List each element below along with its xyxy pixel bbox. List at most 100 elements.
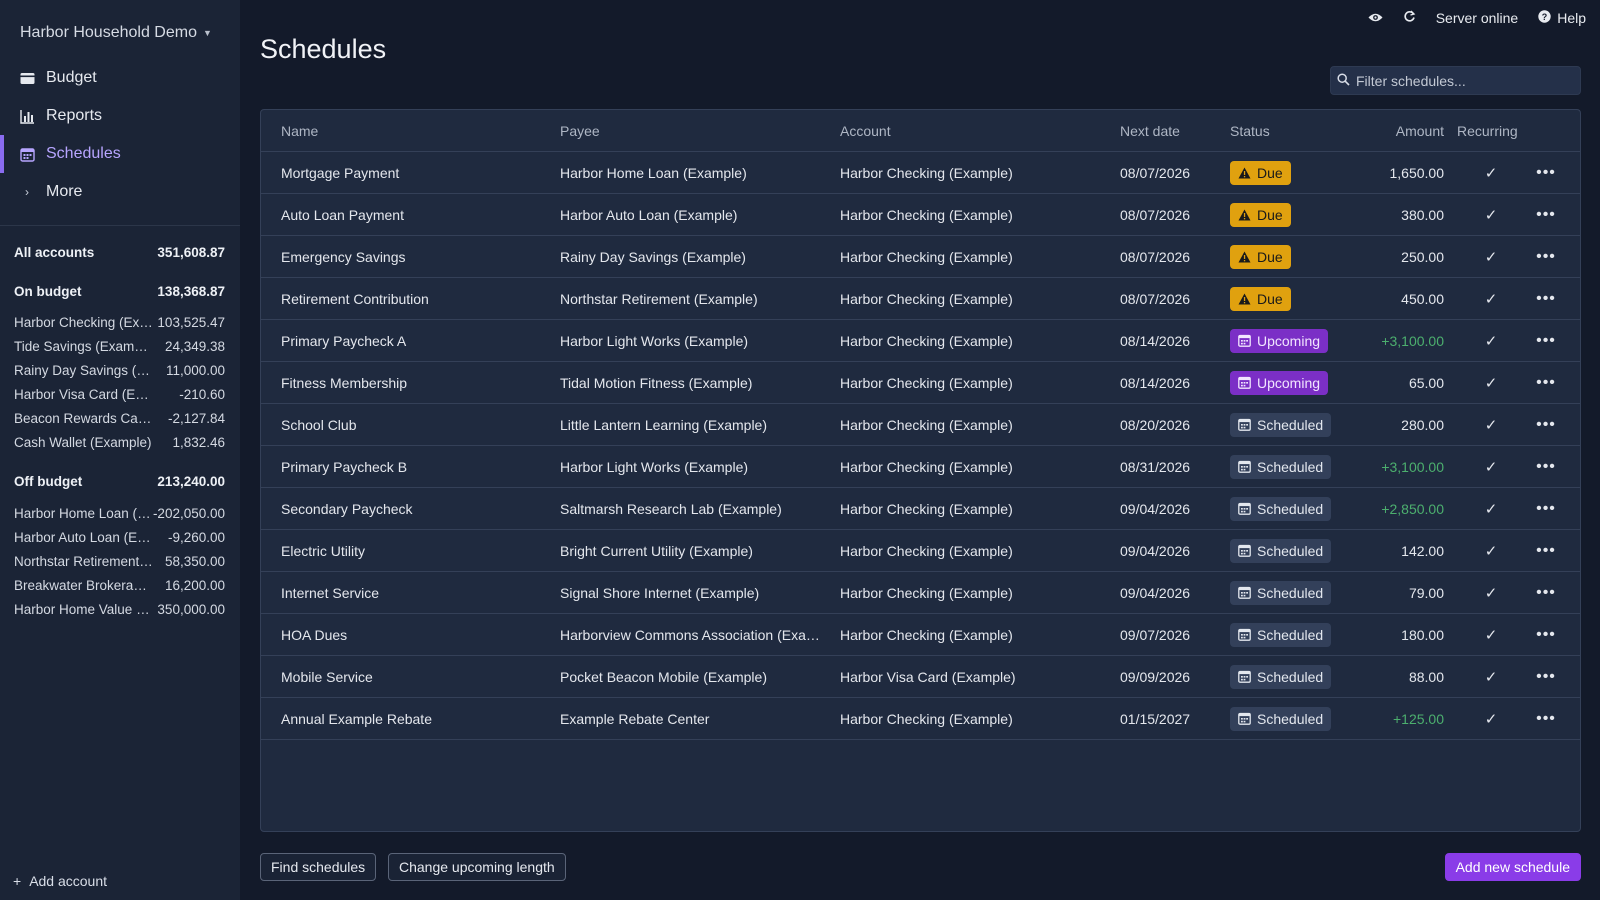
nav-item-schedules[interactable]: Schedules bbox=[0, 135, 240, 173]
more-options-button[interactable]: ••• bbox=[1531, 626, 1561, 644]
more-options-button[interactable]: ••• bbox=[1531, 164, 1561, 182]
schedule-status: Scheduled bbox=[1230, 706, 1340, 731]
sidebar-divider bbox=[0, 225, 240, 226]
schedules-table: Name Payee Account Next date Status Amou… bbox=[260, 109, 1581, 832]
table-row[interactable]: Mortgage Payment Harbor Home Loan (Exampl… bbox=[261, 152, 1580, 194]
account-row[interactable]: Cash Wallet (Example) 1,832.46 bbox=[14, 435, 225, 450]
table-row[interactable]: Internet Service Signal Shore Internet (E… bbox=[261, 572, 1580, 614]
more-options-button[interactable]: ••• bbox=[1531, 332, 1561, 350]
nav-item-reports[interactable]: Reports bbox=[0, 97, 240, 135]
schedule-account: Harbor Checking (Example) bbox=[840, 500, 1013, 517]
status-badge-label: Scheduled bbox=[1257, 668, 1324, 685]
account-row[interactable]: Harbor Auto Loan (Example) -9,260.00 bbox=[14, 530, 225, 545]
privacy-toggle-button[interactable] bbox=[1368, 10, 1383, 26]
calendar-icon bbox=[1238, 712, 1251, 725]
table-row[interactable]: Emergency Savings Rainy Day Savings (Exam… bbox=[261, 236, 1580, 278]
column-header-account[interactable]: Account bbox=[840, 123, 1110, 139]
column-header-payee[interactable]: Payee bbox=[560, 123, 830, 139]
check-icon: ✓ bbox=[1484, 542, 1498, 560]
table-row[interactable]: Primary Paycheck A Harbor Light Works (Ex… bbox=[261, 320, 1580, 362]
all-accounts-row[interactable]: All accounts 351,608.87 bbox=[14, 245, 225, 260]
add-account-button[interactable]: + Add account bbox=[13, 873, 107, 889]
more-options-button[interactable]: ••• bbox=[1531, 290, 1561, 308]
schedule-payee: Rainy Day Savings (Example) bbox=[560, 248, 746, 265]
table-row[interactable]: Primary Paycheck B Harbor Light Works (Ex… bbox=[261, 446, 1580, 488]
more-options-button[interactable]: ••• bbox=[1531, 710, 1561, 728]
schedule-amount: 380.00 bbox=[1401, 206, 1444, 223]
table-row[interactable]: Secondary Paycheck Saltmarsh Research Lab… bbox=[261, 488, 1580, 530]
account-row[interactable]: Harbor Checking (Example)103,525.47 bbox=[14, 315, 225, 330]
more-options-button[interactable]: ••• bbox=[1531, 458, 1561, 476]
account-row[interactable]: Tide Savings (Example) 24,349.38 bbox=[14, 339, 225, 354]
account-row[interactable]: Harbor Home Value (Example)350,000.00 bbox=[14, 602, 225, 617]
table-row[interactable]: Fitness Membership Tidal Motion Fitness (… bbox=[261, 362, 1580, 404]
column-header-recurring[interactable]: Recurring bbox=[1457, 123, 1527, 139]
schedule-account: Harbor Checking (Example) bbox=[840, 374, 1013, 391]
schedule-account: Harbor Checking (Example) bbox=[840, 332, 1013, 349]
help-label: Help bbox=[1557, 10, 1586, 26]
schedule-next-date: 01/15/2027 bbox=[1120, 710, 1191, 727]
account-row[interactable]: Breakwater Brokerage (Example) 16,200.00 bbox=[14, 578, 225, 593]
account-row[interactable]: Harbor Visa Card (Example) -210.60 bbox=[14, 387, 225, 402]
sync-button[interactable] bbox=[1403, 10, 1416, 26]
table-row[interactable]: Retirement Contribution Northstar Retirem… bbox=[261, 278, 1580, 320]
more-options-button[interactable]: ••• bbox=[1531, 416, 1561, 434]
column-header-amount[interactable]: Amount bbox=[1351, 123, 1444, 139]
calendar-icon bbox=[1238, 418, 1251, 431]
on-budget-row[interactable]: On budget 138,368.87 bbox=[14, 284, 225, 299]
help-button[interactable]: ? Help bbox=[1538, 10, 1586, 26]
all-accounts-label: All accounts bbox=[14, 245, 95, 260]
off-budget-row[interactable]: Off budget 213,240.00 bbox=[14, 474, 225, 489]
schedule-account: Harbor Checking (Example) bbox=[840, 542, 1013, 559]
server-status[interactable]: Server online bbox=[1436, 10, 1519, 26]
status-badge-label: Upcoming bbox=[1257, 374, 1321, 391]
page-title: Schedules bbox=[260, 34, 387, 64]
schedule-name: Primary Paycheck B bbox=[281, 458, 408, 475]
schedule-account: Harbor Checking (Example) bbox=[840, 584, 1013, 601]
schedule-name: Emergency Savings bbox=[281, 248, 406, 265]
column-header-name[interactable]: Name bbox=[281, 123, 541, 139]
check-icon: ✓ bbox=[1484, 668, 1498, 686]
status-badge: Scheduled bbox=[1230, 580, 1332, 605]
add-new-schedule-button[interactable]: Add new schedule bbox=[1444, 853, 1581, 881]
schedule-amount: +2,850.00 bbox=[1381, 500, 1444, 517]
schedule-amount: 180.00 bbox=[1401, 626, 1444, 643]
column-header-next-date[interactable]: Next date bbox=[1120, 123, 1220, 139]
find-schedules-button[interactable]: Find schedules bbox=[260, 853, 377, 881]
schedule-payee: Saltmarsh Research Lab (Example) bbox=[560, 500, 782, 517]
schedule-status: Upcoming bbox=[1230, 328, 1340, 353]
account-row[interactable]: Rainy Day Savings (Example) 11,000.00 bbox=[14, 363, 225, 378]
table-row[interactable]: School Club Little Lantern Learning (Exam… bbox=[261, 404, 1580, 446]
filter-schedules-input[interactable] bbox=[1356, 72, 1576, 89]
check-icon: ✓ bbox=[1484, 710, 1498, 728]
more-options-button[interactable]: ••• bbox=[1531, 500, 1561, 518]
more-options-button[interactable]: ••• bbox=[1531, 248, 1561, 266]
calendar-icon bbox=[1238, 670, 1251, 683]
more-options-button[interactable]: ••• bbox=[1531, 374, 1561, 392]
account-balance: 103,525.47 bbox=[157, 315, 225, 330]
warning-icon bbox=[1238, 293, 1251, 305]
schedule-status: Scheduled bbox=[1230, 580, 1340, 605]
account-balance: -9,260.00 bbox=[167, 530, 225, 545]
account-row[interactable]: Beacon Rewards Card (Example) -2,127.84 bbox=[14, 411, 225, 426]
change-upcoming-length-button[interactable]: Change upcoming length bbox=[388, 853, 566, 881]
table-row[interactable]: HOA Dues Harborview Commons Association (… bbox=[261, 614, 1580, 656]
table-row[interactable]: Mobile Service Pocket Beacon Mobile (Exam… bbox=[261, 656, 1580, 698]
table-row[interactable]: Auto Loan Payment Harbor Auto Loan (Examp… bbox=[261, 194, 1580, 236]
schedule-name: Mortgage Payment bbox=[281, 164, 400, 181]
budget-switcher[interactable]: Harbor Household Demo ▼ bbox=[20, 24, 212, 42]
more-options-button[interactable]: ••• bbox=[1531, 542, 1561, 560]
table-row[interactable]: Annual Example Rebate Example Rebate Cent… bbox=[261, 698, 1580, 740]
more-options-button[interactable]: ••• bbox=[1531, 584, 1561, 602]
column-header-status[interactable]: Status bbox=[1230, 123, 1340, 139]
status-badge-label: Scheduled bbox=[1257, 416, 1324, 433]
check-icon: ✓ bbox=[1484, 416, 1498, 434]
account-row[interactable]: Northstar Retirement (Example) 58,350.00 bbox=[14, 554, 225, 569]
nav-item-more[interactable]: › More bbox=[0, 173, 240, 211]
nav-item-budget[interactable]: Budget bbox=[0, 59, 240, 97]
account-row[interactable]: Harbor Home Loan (Example)-202,050.00 bbox=[14, 506, 225, 521]
more-options-button[interactable]: ••• bbox=[1531, 668, 1561, 686]
table-row[interactable]: Electric Utility Bright Current Utility (… bbox=[261, 530, 1580, 572]
more-options-button[interactable]: ••• bbox=[1531, 206, 1561, 224]
schedule-payee: Harbor Light Works (Example) bbox=[560, 458, 749, 475]
